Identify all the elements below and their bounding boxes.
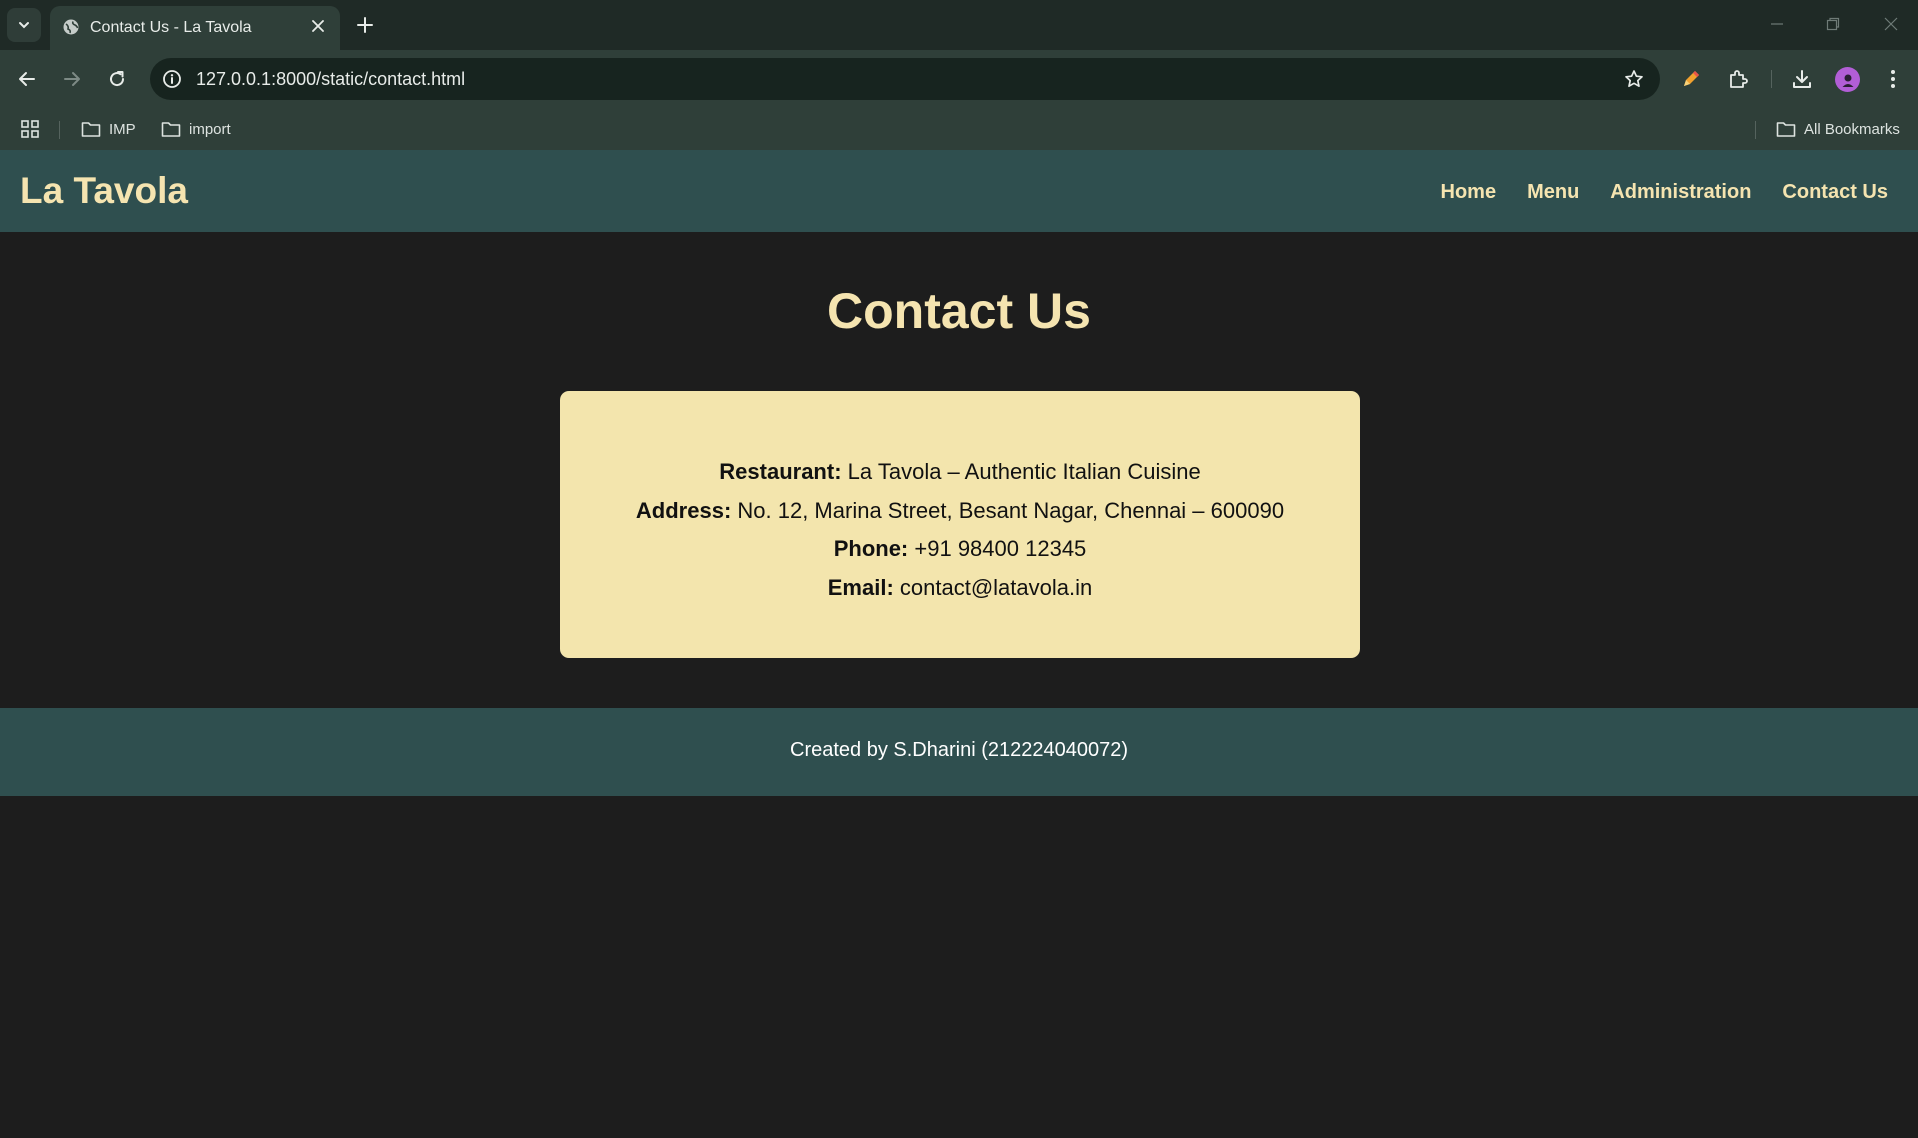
footer-credit: Created by S.Dharini (212224040072) bbox=[790, 739, 1128, 761]
arrow-left-icon bbox=[18, 70, 36, 88]
url-text[interactable]: 127.0.0.1:8000/static/contact.html bbox=[196, 69, 465, 90]
reload-icon bbox=[108, 70, 126, 88]
browser-tab-active[interactable]: Contact Us - La Tavola bbox=[50, 6, 340, 50]
bookmark-folder-imp[interactable]: IMP bbox=[81, 116, 136, 142]
minimize-button[interactable] bbox=[1762, 10, 1792, 38]
browser-tab-strip: Contact Us - La Tavola bbox=[0, 0, 1918, 50]
contact-restaurant: Restaurant: La Tavola – Authentic Italia… bbox=[560, 453, 1360, 492]
folder-icon bbox=[1776, 120, 1796, 138]
plus-icon bbox=[357, 17, 373, 33]
folder-icon bbox=[81, 120, 101, 138]
address-label: Address: bbox=[635, 497, 732, 523]
extensions-button[interactable] bbox=[1723, 64, 1753, 94]
avatar-icon bbox=[1840, 72, 1856, 88]
address-bar[interactable]: 127.0.0.1:8000/static/contact.html bbox=[150, 58, 1660, 100]
profile-avatar[interactable] bbox=[1835, 67, 1860, 92]
page-title: Contact Us bbox=[827, 283, 1091, 339]
phone-value: +91 98400 12345 bbox=[914, 536, 1087, 561]
close-window-button[interactable] bbox=[1876, 10, 1906, 38]
contact-address: Address: No. 12, Marina Street, Besant N… bbox=[560, 492, 1360, 531]
nav-link-menu[interactable]: Menu bbox=[1527, 181, 1579, 204]
nav-link-contact-us[interactable]: Contact Us bbox=[1782, 181, 1888, 204]
nav-link-home[interactable]: Home bbox=[1441, 181, 1497, 204]
tab-title: Contact Us - La Tavola bbox=[90, 19, 252, 36]
restore-button[interactable] bbox=[1818, 10, 1848, 38]
site-brand[interactable]: La Tavola bbox=[20, 170, 188, 212]
apps-button[interactable] bbox=[20, 116, 40, 142]
site-header: La Tavola Home Menu Administration Conta… bbox=[0, 150, 1918, 232]
site-footer: Created by S.Dharini (212224040072) bbox=[0, 708, 1918, 796]
close-icon[interactable] bbox=[308, 16, 328, 36]
bookmark-label: IMP bbox=[109, 120, 136, 138]
contact-phone: Phone: +91 98400 12345 bbox=[560, 530, 1360, 569]
puzzle-icon bbox=[1727, 68, 1749, 90]
bookmarks-divider bbox=[59, 121, 60, 139]
arrow-right-icon bbox=[63, 70, 81, 88]
contact-email: Email: contact@latavola.in bbox=[560, 569, 1360, 608]
pencil-icon bbox=[1680, 68, 1702, 90]
nav-link-administration[interactable]: Administration bbox=[1610, 181, 1751, 204]
star-icon[interactable] bbox=[1622, 67, 1646, 91]
bookmark-label: import bbox=[189, 120, 231, 138]
all-bookmarks-label: All Bookmarks bbox=[1804, 120, 1900, 138]
more-vertical-icon bbox=[1890, 69, 1896, 89]
reload-button[interactable] bbox=[102, 64, 132, 94]
tab-search-button[interactable] bbox=[7, 8, 41, 42]
site-info-icon[interactable] bbox=[160, 67, 184, 91]
forward-button[interactable] bbox=[57, 64, 87, 94]
browser-toolbar: 127.0.0.1:8000/static/contact.html bbox=[0, 50, 1918, 108]
back-button[interactable] bbox=[12, 64, 42, 94]
bookmarks-bar: IMP import All Bookmarks bbox=[0, 108, 1918, 150]
contact-card: Restaurant: La Tavola – Authentic Italia… bbox=[560, 391, 1360, 658]
bookmarks-divider bbox=[1755, 121, 1756, 139]
new-tab-button[interactable] bbox=[352, 12, 378, 38]
download-icon bbox=[1791, 68, 1813, 90]
all-bookmarks-button[interactable]: All Bookmarks bbox=[1776, 116, 1900, 142]
phone-label: Phone: bbox=[833, 536, 909, 561]
bookmark-folder-import[interactable]: import bbox=[161, 116, 231, 142]
extension-pencil-button[interactable] bbox=[1676, 64, 1706, 94]
folder-icon bbox=[161, 120, 181, 138]
email-value: contact@latavola.in bbox=[899, 574, 1093, 600]
browser-menu-button[interactable] bbox=[1878, 64, 1908, 94]
downloads-button[interactable] bbox=[1787, 64, 1817, 94]
address-value: No. 12, Marina Street, Besant Nagar, Che… bbox=[737, 497, 1285, 523]
restaurant-value: La Tavola – Authentic Italian Cuisine bbox=[847, 459, 1201, 484]
toolbar-divider bbox=[1771, 70, 1772, 88]
main-nav: Home Menu Administration Contact Us bbox=[1441, 181, 1889, 204]
restaurant-label: Restaurant: bbox=[719, 459, 842, 484]
apps-grid-icon bbox=[20, 119, 40, 139]
close-icon bbox=[1884, 17, 1898, 31]
email-label: Email: bbox=[827, 574, 894, 600]
globe-icon bbox=[62, 18, 80, 36]
minimize-icon bbox=[1770, 17, 1784, 31]
restore-icon bbox=[1826, 17, 1840, 31]
chevron-down-icon bbox=[17, 18, 31, 32]
